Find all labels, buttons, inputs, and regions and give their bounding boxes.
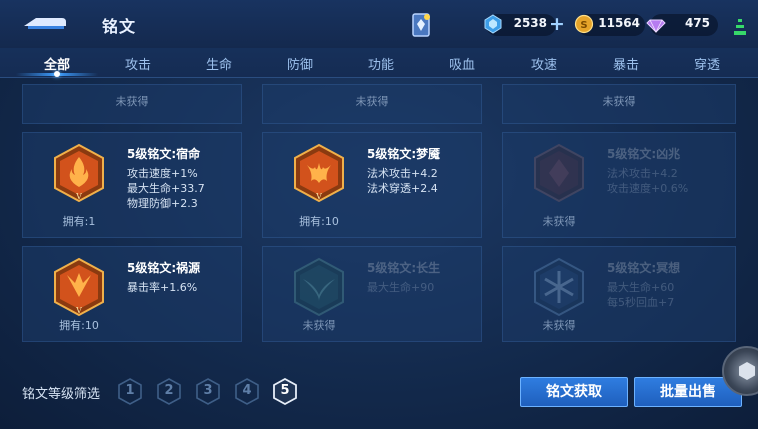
rune-card[interactable]: 未获得 — [502, 84, 736, 124]
level-filter-2[interactable]: 2 — [157, 378, 181, 405]
fire-rune-icon: V — [54, 257, 104, 317]
rune-owned-count: 拥有:1 — [62, 215, 96, 228]
level-number: 3 — [203, 383, 213, 398]
rune-stat: 法术攻击+4.2 — [607, 167, 678, 180]
gem-icon — [646, 19, 666, 33]
diamond-icon — [484, 14, 502, 34]
rune-card[interactable]: 未获得 — [22, 84, 242, 124]
side-menu-button[interactable] — [722, 346, 758, 396]
active-tab-dot — [54, 71, 60, 77]
rune-status: 未获得 — [115, 95, 149, 108]
rune-stat: 物理防御+2.3 — [127, 197, 198, 210]
wifi-signal-icon — [734, 19, 746, 35]
gold-coin-icon: S — [574, 14, 594, 34]
rune-card-meditation[interactable]: 5级铭文:冥想 最大生命+60 每5秒回血+7 未获得 — [502, 246, 736, 342]
rune-stat: 最大生命+33.7 — [127, 182, 205, 195]
level-number: 2 — [164, 383, 174, 398]
hexagon-menu-icon — [739, 362, 755, 380]
omen-rune-icon — [534, 143, 584, 203]
add-diamond-button[interactable]: + — [549, 15, 565, 34]
level-filter-1[interactable]: 1 — [118, 378, 142, 405]
level-number: 4 — [242, 383, 252, 398]
rune-stat: 法术攻击+4.2 — [367, 167, 438, 180]
rune-card-calamity[interactable]: V 5级铭文:祸源 暴击率+1.6% 拥有:10 — [22, 246, 242, 342]
fire-rune-icon: V — [54, 143, 104, 203]
rune-owned-count: 未获得 — [542, 319, 576, 332]
rune-acquire-button[interactable]: 铭文获取 — [520, 377, 628, 407]
rune-owned-count: 未获得 — [542, 215, 576, 228]
fire-rune-icon: V — [294, 143, 344, 203]
diamond-count: 2538 — [513, 16, 547, 30]
tab-penetration[interactable]: 穿透 — [677, 54, 737, 73]
rune-stat: 法术穿透+2.4 — [367, 182, 438, 195]
level-number: 1 — [125, 383, 135, 398]
rune-owned-count: 拥有:10 — [59, 319, 99, 332]
rune-stat: 最大生命+90 — [367, 281, 435, 294]
rune-name: 5级铭文:宿命 — [127, 147, 201, 161]
rune-name: 5级铭文:凶兆 — [607, 147, 681, 161]
rune-stat: 每5秒回血+7 — [607, 296, 675, 309]
tab-lifesteal[interactable]: 吸血 — [432, 54, 492, 73]
rune-stat: 攻击速度+1% — [127, 167, 198, 180]
rune-name: 5级铭文:梦魇 — [367, 147, 441, 161]
tab-health[interactable]: 生命 — [189, 54, 249, 73]
level-filter-5[interactable]: 5 — [273, 377, 297, 406]
rune-stat: 攻击速度+0.6% — [607, 182, 689, 195]
level-filter-4[interactable]: 4 — [235, 378, 259, 405]
tab-defense[interactable]: 防御 — [270, 54, 330, 73]
rune-stat: 最大生命+60 — [607, 281, 675, 294]
rune-name: 5级铭文:冥想 — [607, 261, 681, 275]
back-arrow-icon[interactable] — [22, 12, 68, 34]
rune-owned-count: 未获得 — [302, 319, 336, 332]
top-bar: 铭文 2538 + S 11564 475 — [0, 0, 758, 48]
svg-text:V: V — [315, 192, 322, 201]
rune-status: 未获得 — [355, 95, 389, 108]
rune-name: 5级铭文:祸源 — [127, 261, 201, 275]
level-filter-label: 铭文等级筛选 — [22, 387, 101, 402]
rune-card-icon[interactable] — [410, 12, 432, 38]
rune-owned-count: 拥有:10 — [299, 215, 339, 228]
tab-critical[interactable]: 暴击 — [596, 54, 656, 73]
rune-card-omen[interactable]: 5级铭文:凶兆 法术攻击+4.2 攻击速度+0.6% 未获得 — [502, 132, 736, 238]
tab-attack[interactable]: 攻击 — [108, 54, 168, 73]
svg-text:S: S — [580, 20, 587, 31]
level-number: 5 — [280, 383, 290, 398]
gem-count: 475 — [684, 16, 710, 30]
rune-card[interactable]: 未获得 — [262, 84, 482, 124]
tab-attack-speed[interactable]: 攻速 — [514, 54, 574, 73]
rune-card-longevity[interactable]: 5级铭文:长生 最大生命+90 未获得 — [262, 246, 482, 342]
rune-stat: 暴击率+1.6% — [127, 281, 198, 294]
level-filter-3[interactable]: 3 — [196, 378, 220, 405]
gold-count: 11564 — [598, 16, 640, 30]
snowflake-rune-icon — [534, 257, 584, 317]
rune-status: 未获得 — [602, 95, 636, 108]
page-title: 铭文 — [102, 17, 137, 36]
rune-card-nightmare[interactable]: V 5级铭文:梦魇 法术攻击+4.2 法术穿透+2.4 拥有:10 — [262, 132, 482, 238]
svg-text:V: V — [75, 192, 82, 201]
tab-utility[interactable]: 功能 — [351, 54, 411, 73]
rune-card-fate[interactable]: V 5级铭文:宿命 攻击速度+1% 最大生命+33.7 物理防御+2.3 拥有:… — [22, 132, 242, 238]
svg-text:V: V — [75, 306, 82, 315]
rune-name: 5级铭文:长生 — [367, 261, 441, 275]
leaf-rune-icon — [294, 257, 344, 317]
category-tabs: 全部 攻击 生命 防御 功能 吸血 攻速 暴击 穿透 — [0, 48, 758, 78]
